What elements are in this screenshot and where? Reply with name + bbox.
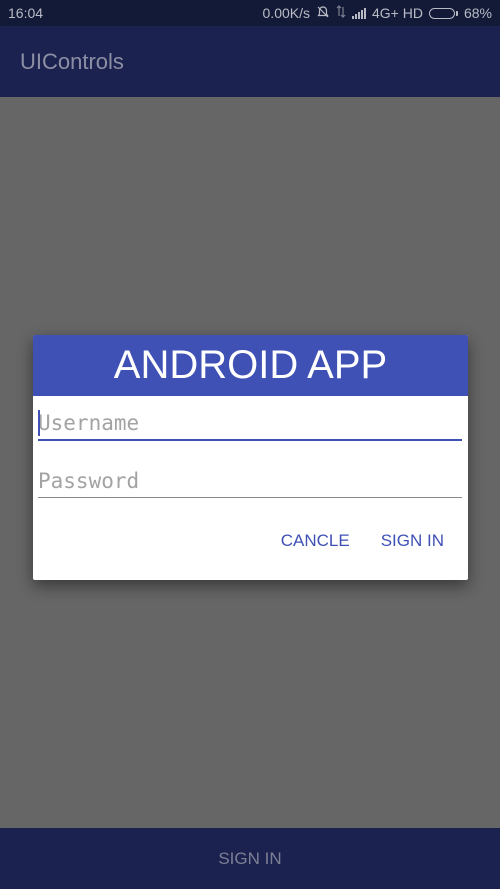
- bell-muted-icon: [316, 5, 330, 22]
- dialog-header: ANDROID APP: [33, 335, 468, 396]
- sign-in-button[interactable]: SIGN IN: [212, 848, 287, 870]
- data-transfer-icon: [336, 5, 346, 21]
- status-time: 16:04: [8, 5, 44, 21]
- dialog-sign-in-button[interactable]: SIGN IN: [381, 531, 444, 551]
- password-field-container: [38, 465, 462, 498]
- password-underline: [38, 497, 462, 498]
- password-input[interactable]: [38, 465, 462, 497]
- status-icons: 0.00K/s 4G+ HD 68%: [263, 5, 492, 22]
- signal-icon: [352, 7, 366, 19]
- cancel-button[interactable]: CANCLE: [281, 531, 350, 551]
- network-type: 4G+ HD: [372, 5, 423, 21]
- username-underline: [38, 439, 462, 441]
- username-field-container: [38, 407, 462, 441]
- status-bar: 16:04 0.00K/s 4G+ HD 68%: [0, 0, 500, 26]
- dialog-actions: CANCLE SIGN IN: [281, 531, 444, 551]
- network-speed: 0.00K/s: [262, 5, 310, 21]
- app-title: UIControls: [20, 48, 124, 74]
- login-dialog: ANDROID APP CANCLE SIGN IN: [33, 335, 468, 580]
- screen: 16:04 0.00K/s 4G+ HD 68% UIControls ANDR…: [0, 0, 500, 889]
- text-cursor: [38, 410, 40, 436]
- app-bar: UIControls: [0, 26, 500, 97]
- battery-icon: [428, 7, 458, 19]
- bottom-bar: SIGN IN: [0, 828, 500, 889]
- battery-percent: 68%: [463, 5, 492, 21]
- username-input[interactable]: [38, 407, 462, 439]
